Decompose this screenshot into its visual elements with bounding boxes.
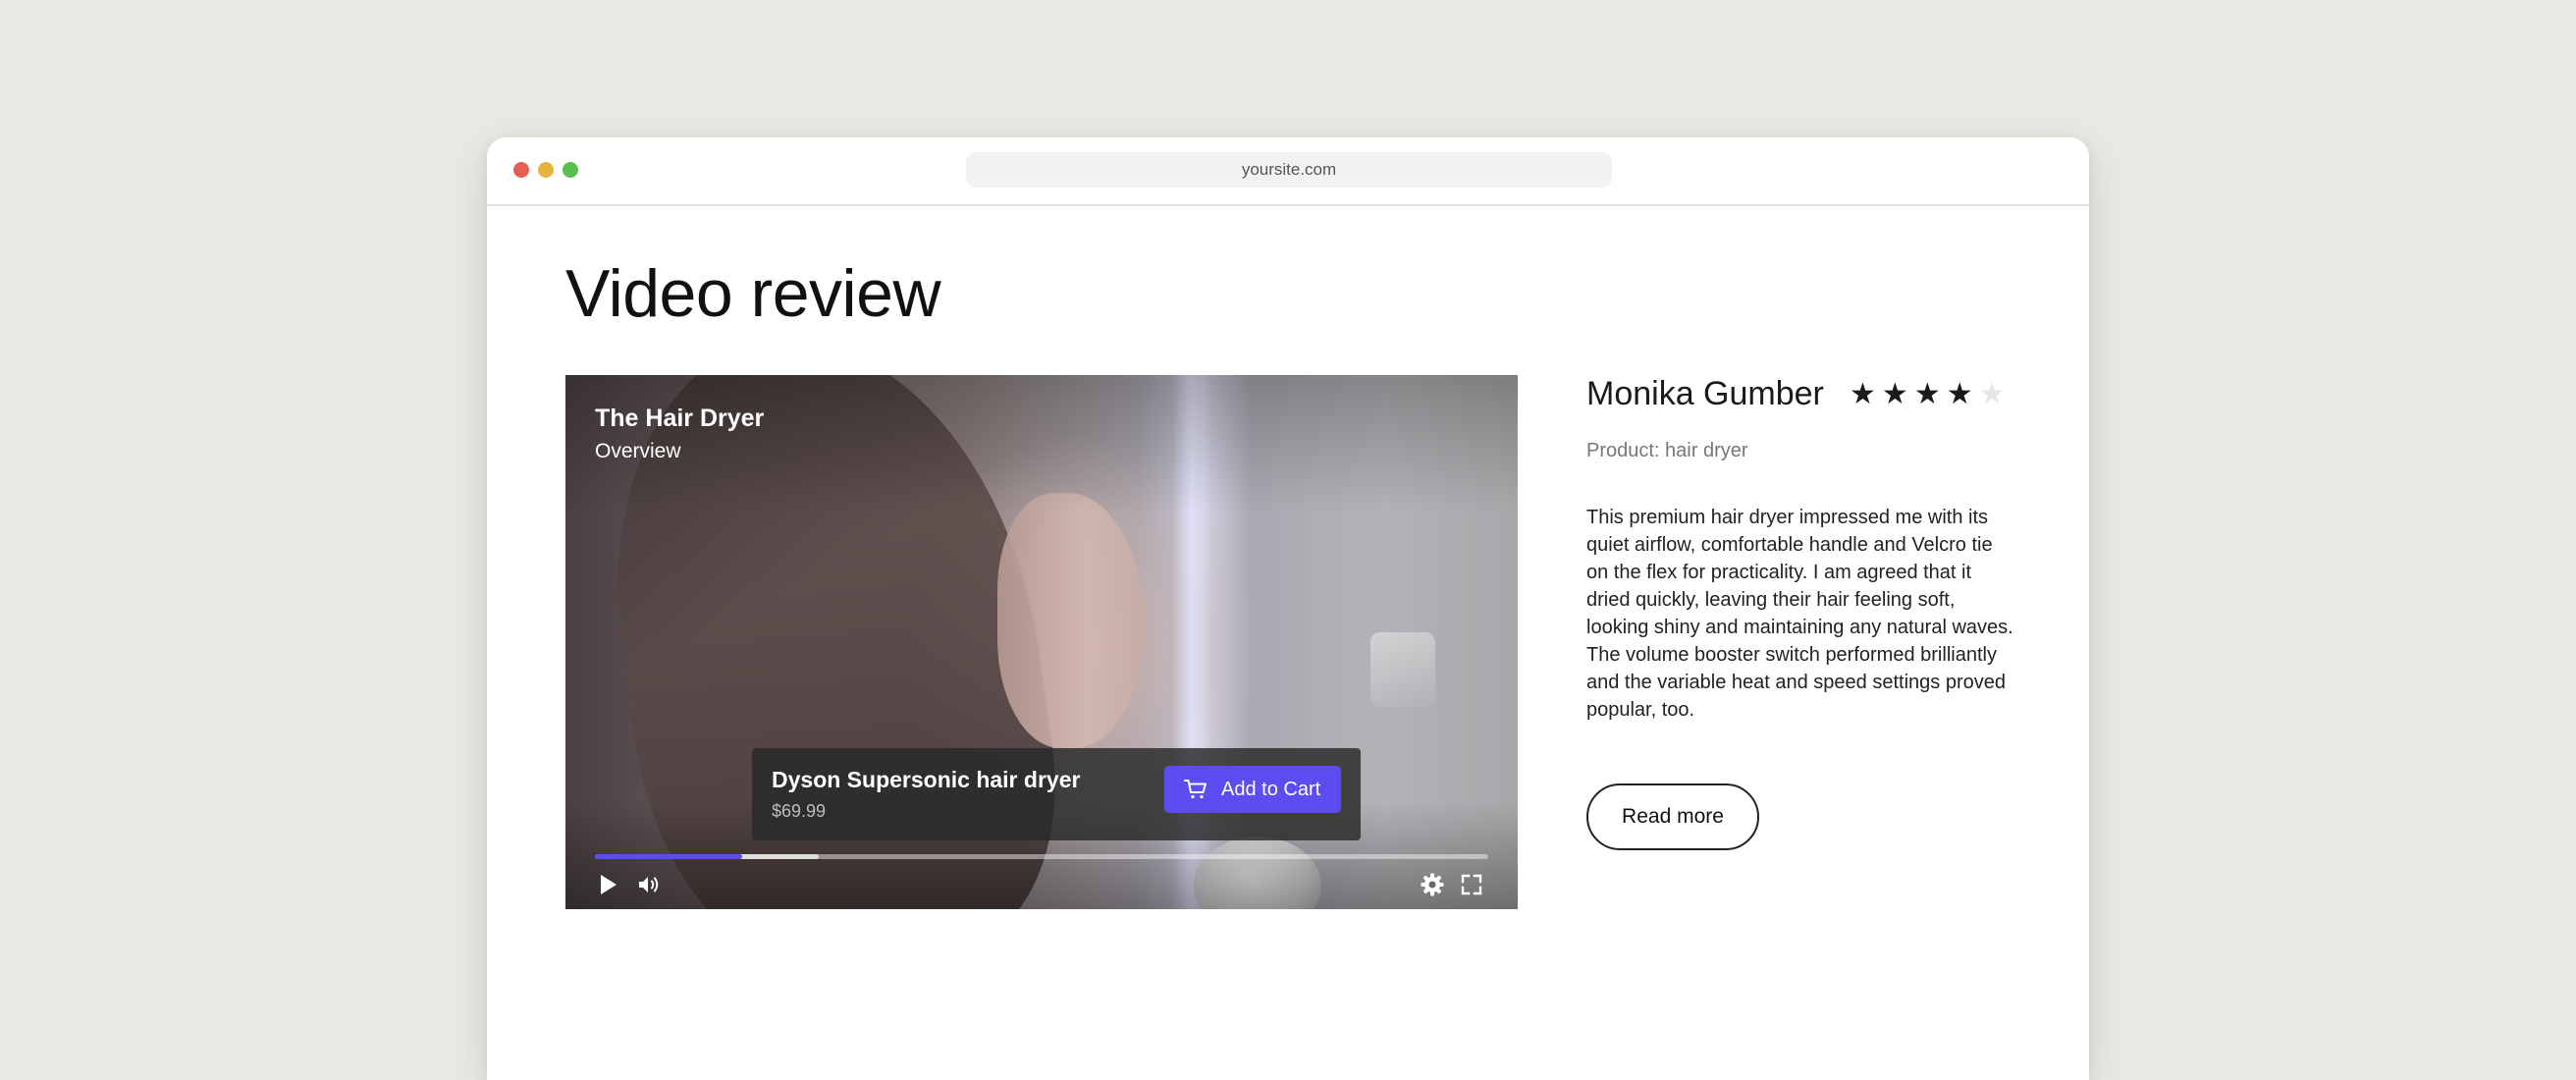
reviewer-name: Monika Gumber — [1586, 375, 1824, 412]
video-player[interactable]: The Hair Dryer Overview Dyson Supersonic… — [565, 375, 1518, 909]
star-filled-icon: ★ — [1946, 378, 1979, 410]
star-filled-icon: ★ — [1881, 378, 1914, 410]
product-price: $69.99 — [772, 801, 827, 821]
video-frame-wall-holder — [1370, 632, 1435, 707]
fullscreen-icon[interactable] — [1459, 872, 1484, 897]
maximize-window-button[interactable] — [563, 162, 578, 178]
browser-window: yoursite.com Video review The Hair Dryer… — [487, 137, 2089, 1080]
volume-icon[interactable] — [636, 872, 662, 897]
star-filled-icon: ★ — [1850, 378, 1882, 410]
minimize-window-button[interactable] — [538, 162, 554, 178]
add-to-cart-button[interactable]: Add to Cart — [1164, 766, 1341, 813]
product-name: Dyson Supersonic hair dryer — [772, 767, 1081, 792]
address-bar[interactable]: yoursite.com — [966, 152, 1612, 188]
browser-titlebar: yoursite.com — [487, 137, 2089, 206]
play-icon[interactable] — [595, 872, 620, 897]
gear-icon[interactable] — [1420, 872, 1445, 897]
review-text: This premium hair dryer impressed me wit… — [1586, 507, 2013, 721]
star-rating: ★★★★★ — [1850, 377, 2012, 411]
review-product-label: Product: hair dryer — [1586, 440, 1748, 461]
video-top-gradient — [565, 375, 1518, 513]
close-window-button[interactable] — [513, 162, 529, 178]
product-card-overlay: Dyson Supersonic hair dryer $69.99 Add t… — [752, 748, 1361, 840]
video-progress-bar[interactable] — [595, 854, 1488, 859]
add-to-cart-label: Add to Cart — [1221, 779, 1321, 800]
video-subtitle: Overview — [595, 440, 681, 462]
cart-icon — [1184, 779, 1208, 800]
read-more-button[interactable]: Read more — [1586, 783, 1759, 850]
star-filled-icon: ★ — [1913, 378, 1947, 410]
video-title: The Hair Dryer — [595, 405, 765, 432]
page-title: Video review — [565, 256, 941, 331]
video-progress-fill — [595, 854, 743, 859]
star-empty-icon: ★ — [1978, 378, 2012, 410]
